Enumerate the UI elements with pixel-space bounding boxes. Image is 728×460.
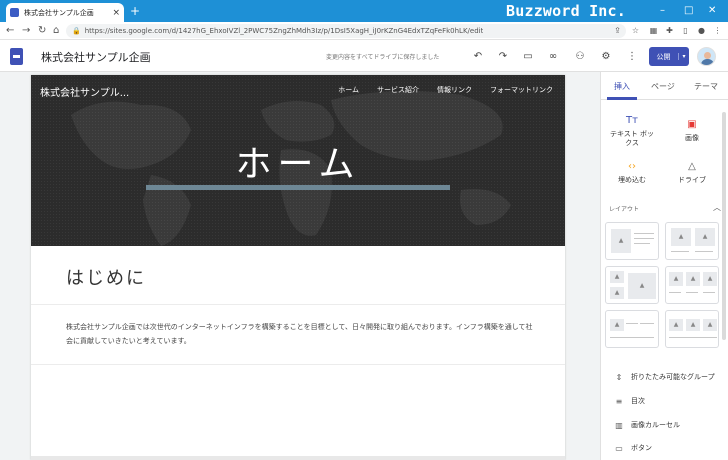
layout-card[interactable] [605, 266, 659, 304]
image-carousel-icon: ▥ [615, 420, 623, 430]
section-heading[interactable]: はじめに [66, 264, 146, 290]
avatar[interactable] [697, 47, 716, 66]
link-icon[interactable]: ∞ [546, 50, 560, 64]
nav-item-info-links[interactable]: 情報リンク [437, 85, 472, 95]
url-field[interactable]: 🔒 https://sites.google.com/d/1427hG_Ehxo… [66, 24, 626, 38]
publish-button[interactable]: 公開 ▾ [649, 47, 689, 66]
url-text: https://sites.google.com/d/1427hG_EhxoIV… [84, 27, 484, 35]
star-icon[interactable]: ☆ [630, 25, 641, 36]
publish-label: 公開 [656, 52, 671, 61]
browser-tab-title: 株式会社サンプル企画 [24, 8, 94, 17]
layouts-header: レイアウト [609, 206, 640, 213]
section-divider [31, 304, 565, 305]
table-of-contents-icon: ≡ [615, 396, 623, 406]
new-tab-button[interactable]: + [130, 4, 140, 18]
profile-icon[interactable]: ● [696, 25, 707, 36]
text-box-icon: Tт [626, 115, 638, 126]
insert-image-label: 画像 [685, 134, 699, 142]
insert-drive-button[interactable]: △ ドライブ [667, 160, 717, 185]
reload-icon[interactable]: ↻ [38, 24, 46, 38]
body-text[interactable]: 株式会社サンプル企画では次世代のインターネットインフラを構築することを目標として… [66, 320, 536, 348]
insert-embed-button[interactable]: ‹› 埋め込む [607, 160, 657, 185]
nav-item-services[interactable]: サービス紹介 [377, 85, 419, 95]
nav-item-home[interactable]: ホーム [338, 85, 359, 95]
publish-dropdown-icon[interactable]: ▾ [678, 53, 689, 60]
insert-collapsible-group[interactable]: ⇕ 折りたたみ可能なグループ [601, 365, 728, 389]
right-side-panel: 挿入 ページ テーマ Tт テキスト ボックス ▣ 画像 ‹› 埋め込む △ ド… [600, 72, 728, 460]
site-page: 株式会社サンプル... ホーム サービス紹介 情報リンク フォーマットリンク ホ… [31, 75, 565, 460]
insert-image-carousel[interactable]: ▥ 画像カルーセル [601, 413, 728, 437]
tab-themes[interactable]: テーマ [694, 81, 718, 92]
image-carousel-label: 画像カルーセル [631, 421, 680, 429]
tab-insert[interactable]: 挿入 [614, 81, 630, 92]
forward-icon[interactable]: → [22, 24, 30, 38]
share-icon[interactable]: ⇪ [612, 25, 623, 36]
layout-card[interactable] [605, 310, 659, 348]
canvas-bottom-edge [31, 456, 565, 460]
preview-icon[interactable]: ▭ [521, 50, 535, 64]
embed-icon: ‹› [628, 161, 636, 172]
lock-icon: 🔒 [72, 27, 81, 35]
table-of-contents-label: 目次 [631, 397, 645, 405]
tab-pages[interactable]: ページ [651, 81, 675, 92]
insert-table-of-contents[interactable]: ≡ 目次 [601, 389, 728, 413]
sidepanel-icon[interactable]: ▯ [680, 25, 691, 36]
more-options-icon[interactable]: ⋮ [625, 50, 639, 64]
insert-embed-label: 埋め込む [618, 176, 646, 184]
image-icon: ▣ [687, 119, 697, 130]
browser-tab-strip: 株式会社サンプル企画 × + Buzzword Inc. – □ ✕ [0, 0, 728, 22]
puzzle-icon[interactable]: ✚ [664, 25, 675, 36]
brand-watermark: Buzzword Inc. [506, 2, 626, 20]
undo-icon[interactable]: ↶ [471, 50, 485, 64]
title-underline [146, 185, 450, 190]
active-tab-indicator [607, 97, 637, 100]
panel-scrollbar[interactable] [722, 112, 726, 340]
collapse-layouts-icon[interactable]: ︿ [713, 202, 721, 213]
insert-button[interactable]: ▭ ボタン [601, 436, 728, 460]
insert-text-box-label: テキスト ボックス [609, 130, 654, 147]
nav-item-format-links[interactable]: フォーマットリンク [490, 85, 553, 95]
screen: 株式会社サンプル企画 × + Buzzword Inc. – □ ✕ ← → ↻… [0, 0, 728, 460]
drive-icon: △ [688, 161, 696, 172]
maximize-icon[interactable]: □ [684, 5, 693, 17]
header-banner[interactable]: 株式会社サンプル... ホーム サービス紹介 情報リンク フォーマットリンク ホ… [31, 75, 565, 246]
site-title[interactable]: 株式会社サンプル... [40, 84, 129, 99]
close-window-icon[interactable]: ✕ [708, 5, 716, 17]
redo-icon[interactable]: ↷ [496, 50, 510, 64]
site-navigation: ホーム サービス紹介 情報リンク フォーマットリンク [338, 85, 553, 95]
collapsible-group-label: 折りたたみ可能なグループ [631, 373, 715, 381]
minimize-icon[interactable]: – [660, 5, 665, 17]
section-divider [31, 364, 565, 365]
site-name[interactable]: 株式会社サンプル企画 [41, 49, 151, 65]
close-tab-icon[interactable]: × [112, 8, 120, 18]
browser-tab[interactable]: 株式会社サンプル企画 × [6, 3, 124, 22]
save-status: 変更内容をすべてドライブに保存しました [326, 54, 440, 61]
page-title[interactable]: ホーム [31, 135, 565, 187]
home-icon[interactable]: ⌂ [53, 24, 59, 38]
browser-menu-icon[interactable]: ⋮ [712, 25, 723, 36]
back-icon[interactable]: ← [6, 24, 14, 38]
layout-card[interactable] [605, 222, 659, 260]
address-bar: ← → ↻ ⌂ 🔒 https://sites.google.com/d/142… [0, 22, 728, 40]
layout-card[interactable] [665, 222, 719, 260]
insert-drive-label: ドライブ [678, 176, 706, 184]
button-icon: ▭ [615, 443, 623, 453]
layout-card[interactable] [665, 266, 719, 304]
sites-toolbar: 株式会社サンプル企画 変更内容をすべてドライブに保存しました ↶ ↷ ▭ ∞ ⚇… [0, 41, 728, 72]
insert-text-box-button[interactable]: Tт テキスト ボックス [607, 114, 657, 148]
settings-gear-icon[interactable]: ⚙ [599, 50, 613, 64]
share-with-others-icon[interactable]: ⚇ [573, 50, 587, 64]
panel-tabs: 挿入 ページ テーマ [601, 72, 728, 100]
button-label: ボタン [631, 444, 652, 452]
insert-image-button[interactable]: ▣ 画像 [667, 118, 717, 143]
extension-icon[interactable]: ▦ [648, 25, 659, 36]
sites-favicon-icon [10, 8, 19, 17]
collapsible-group-icon: ⇕ [615, 372, 623, 382]
google-sites-logo-icon[interactable] [10, 48, 23, 65]
layout-card[interactable] [665, 310, 719, 348]
